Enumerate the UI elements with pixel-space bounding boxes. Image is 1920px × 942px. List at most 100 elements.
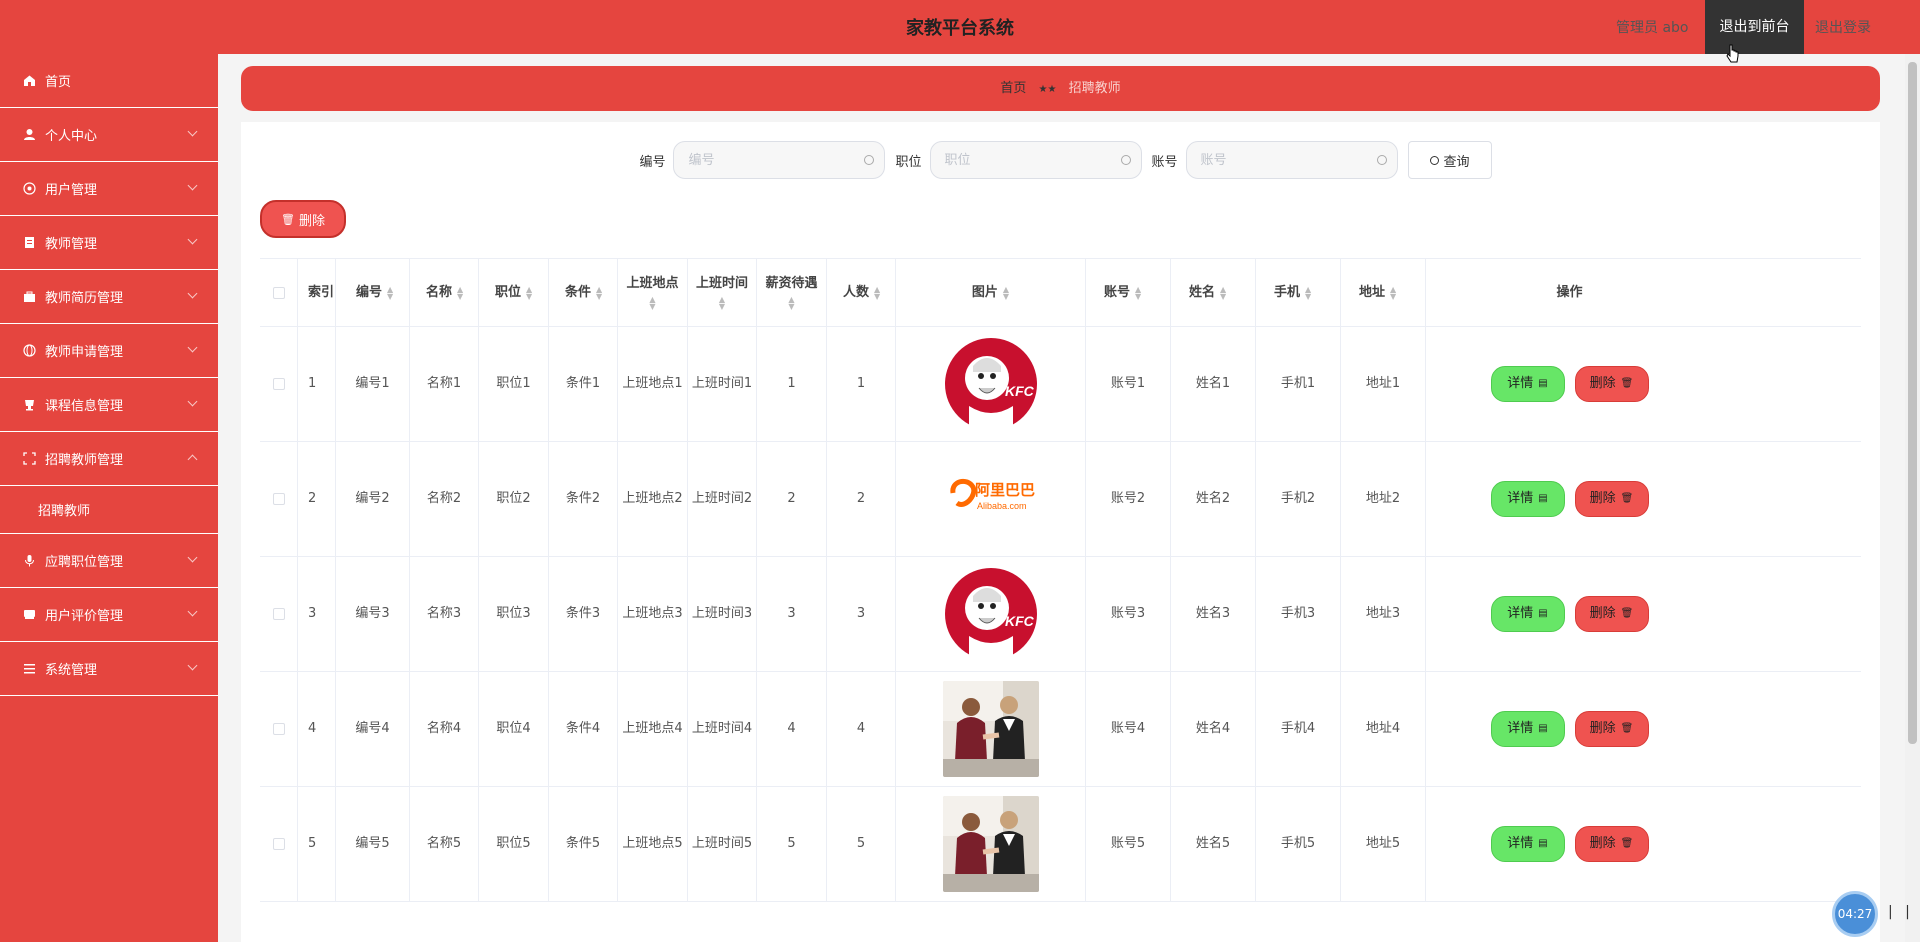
sidebar-item-review-management[interactable]: 用户评价管理 <box>0 588 218 642</box>
sidebar-item-personal-center[interactable]: 个人中心 <box>0 108 218 162</box>
exit-to-front-button[interactable]: 退出到前台 <box>1705 0 1804 54</box>
table-row: 2 编号2 名称2 职位2 条件2 上班地点2 上班时间2 2 2 阿里巴巴 Al… <box>260 442 1861 557</box>
sidebar-item-position-management[interactable]: 应聘职位管理 <box>0 534 218 588</box>
account-search-input[interactable] <box>1200 142 1371 178</box>
sort-icon: ▲ ▼ <box>1220 284 1227 301</box>
document-icon: ▤ <box>1538 723 1548 734</box>
sidebar-item-recruit-management[interactable]: 招聘教师管理 <box>0 432 218 486</box>
sidebar-item-label: 招聘教师管理 <box>45 453 124 468</box>
detail-button[interactable]: 详情 ▤ <box>1490 826 1565 862</box>
sidebar-item-system-management[interactable]: 系统管理 <box>0 642 218 696</box>
cell-code: 编号5 <box>336 787 410 901</box>
row-checkbox[interactable] <box>272 608 285 620</box>
row-checkbox[interactable] <box>272 493 285 505</box>
row-checkbox[interactable] <box>272 723 285 735</box>
kfc-logo-image[interactable]: KFC <box>942 566 1039 662</box>
cell-count: 2 <box>827 442 896 556</box>
header-image[interactable]: 图片 ▲ ▼ <box>896 259 1086 326</box>
header-label: 编号 <box>356 284 383 300</box>
header-label: 上班地点 <box>626 276 679 291</box>
sort-icon: ▲ ▼ <box>596 284 603 301</box>
row-checkbox[interactable] <box>272 378 285 390</box>
sort-icon: ▲ ▼ <box>1305 284 1312 301</box>
timer-widget[interactable]: 04:27 <box>1832 891 1878 937</box>
position-search-field <box>929 141 1142 179</box>
header-account[interactable]: 账号 ▲ ▼ <box>1086 259 1171 326</box>
search-icon <box>864 155 875 165</box>
header-actions: 操作 <box>1556 284 1583 300</box>
sidebar-item-resume-management[interactable]: 教师简历管理 <box>0 270 218 324</box>
header-label: 姓名 <box>1189 284 1216 300</box>
header-position[interactable]: 职位 ▲ ▼ <box>479 259 549 326</box>
header-time[interactable]: 上班时间 ▲ ▼ <box>688 259 757 326</box>
handshake-photo-image[interactable] <box>942 796 1039 892</box>
cell-time: 上班时间2 <box>688 442 757 556</box>
sort-icon: ▲ ▼ <box>874 284 881 301</box>
sidebar-item-home[interactable]: 首页 <box>0 54 218 108</box>
header-realname[interactable]: 姓名 ▲ ▼ <box>1171 259 1256 326</box>
delete-button[interactable]: 删除 🗑 <box>1574 826 1649 862</box>
sidebar-item-label: 教师申请管理 <box>45 345 124 360</box>
trash-icon: 🗑 <box>1620 608 1634 619</box>
header-location[interactable]: 上班地点 ▲ ▼ <box>618 259 688 326</box>
kfc-logo-image[interactable]: KFC <box>942 336 1039 432</box>
header-code[interactable]: 编号 ▲ ▼ <box>336 259 410 326</box>
sidebar-item-teacher-management[interactable]: 教师管理 <box>0 216 218 270</box>
row-checkbox[interactable] <box>272 838 285 850</box>
sidebar-item-application-management[interactable]: 教师申请管理 <box>0 324 218 378</box>
sidebar: 首页 个人中心 用户管理 教师管理 教师简历管理 教师申请管理 课程信息管理 招… <box>0 54 218 942</box>
header-salary[interactable]: 薪资待遇 ▲ ▼ <box>757 259 827 326</box>
scrollbar-thumb[interactable] <box>1908 62 1917 744</box>
delete-button[interactable]: 删除 🗑 <box>1574 366 1649 402</box>
sort-icon: ▲ ▼ <box>457 284 464 301</box>
header-name[interactable]: 名称 ▲ ▼ <box>410 259 479 326</box>
sidebar-item-course-management[interactable]: 课程信息管理 <box>0 378 218 432</box>
header-address[interactable]: 地址 ▲ ▼ <box>1341 259 1426 326</box>
briefcase-icon <box>22 290 36 304</box>
cell-address: 地址5 <box>1341 787 1426 901</box>
detail-button[interactable]: 详情 ▤ <box>1490 366 1565 402</box>
cell-location: 上班地点4 <box>618 672 688 786</box>
query-button[interactable]: 查询 <box>1407 141 1492 179</box>
svg-text:Alibaba.com: Alibaba.com <box>977 501 1027 511</box>
sort-icon: ▲ ▼ <box>1002 284 1010 301</box>
sidebar-subitem-recruit-teacher[interactable]: 招聘教师 <box>0 486 218 534</box>
cell-account: 账号2 <box>1086 442 1171 556</box>
cell-image: KFC <box>896 327 1086 441</box>
detail-button[interactable]: 详情 ▤ <box>1490 596 1565 632</box>
delete-button[interactable]: 删除 🗑 <box>1574 711 1649 747</box>
code-search-input[interactable] <box>688 142 859 178</box>
search-icon <box>1376 155 1387 165</box>
page-scrollbar[interactable] <box>1905 54 1920 942</box>
cell-actions: 详情 ▤ 删除 🗑 <box>1426 672 1713 786</box>
detail-button[interactable]: 详情 ▤ <box>1490 481 1565 517</box>
position-search-input[interactable] <box>944 142 1115 178</box>
cell-salary: 3 <box>757 557 827 671</box>
delete-button[interactable]: 删除 🗑 <box>1574 481 1649 517</box>
select-all-checkbox[interactable] <box>272 286 285 299</box>
query-button-label: 查询 <box>1443 154 1470 170</box>
header-phone[interactable]: 手机 ▲ ▼ <box>1256 259 1341 326</box>
cell-phone: 手机1 <box>1256 327 1341 441</box>
breadcrumb-home[interactable]: 首页 <box>1000 81 1026 96</box>
table-row: 4 编号4 名称4 职位4 条件4 上班地点4 上班时间4 4 4 账号4 姓名… <box>260 672 1861 787</box>
alibaba-logo-image[interactable]: 阿里巴巴 Alibaba.com <box>942 451 1039 547</box>
chevron-down-icon <box>187 606 198 617</box>
delete-button[interactable]: 删除 🗑 <box>1574 596 1649 632</box>
cell-name: 名称4 <box>410 672 479 786</box>
row-actions: 详情 ▤ 删除 🗑 <box>1490 711 1649 747</box>
widget-bars: | | <box>1888 904 1914 920</box>
header-label: 条件 <box>565 284 592 300</box>
header-count[interactable]: 人数 ▲ ▼ <box>827 259 896 326</box>
handshake-photo-image[interactable] <box>942 681 1039 777</box>
batch-delete-button[interactable]: 🗑 删除 <box>260 200 346 238</box>
cell-location: 上班地点5 <box>618 787 688 901</box>
cell-actions: 详情 ▤ 删除 🗑 <box>1426 787 1713 901</box>
detail-button[interactable]: 详情 ▤ <box>1490 711 1565 747</box>
globe-icon <box>22 344 36 358</box>
cell-condition: 条件5 <box>549 787 618 901</box>
sidebar-item-user-management[interactable]: 用户管理 <box>0 162 218 216</box>
header-condition[interactable]: 条件 ▲ ▼ <box>549 259 618 326</box>
cell-index: 4 <box>298 672 336 786</box>
logout-button[interactable]: 退出登录 <box>1815 17 1871 37</box>
